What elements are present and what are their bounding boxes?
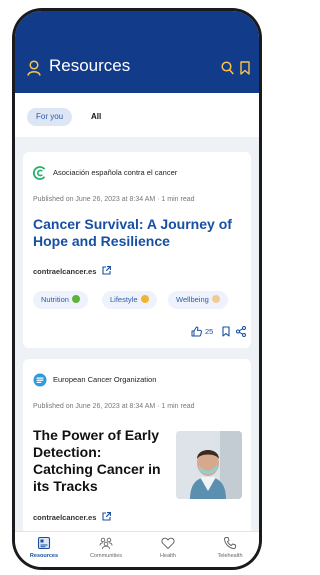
tag-chip[interactable]: Lifestyle (102, 291, 157, 309)
publish-meta: Published on June 26, 2023 at 8:34 AM · … (33, 403, 195, 410)
nav-communities[interactable]: Communities (79, 536, 133, 559)
external-link-icon[interactable] (102, 266, 112, 275)
phone-icon (223, 537, 236, 550)
apple-icon (71, 295, 80, 303)
bookmark-icon[interactable] (240, 61, 250, 75)
source-link[interactable]: contraelcancer.es (33, 512, 112, 522)
doctor-image (176, 431, 242, 499)
nav-telehealth[interactable]: Telehealth (203, 536, 257, 559)
app-header: Resources (15, 11, 259, 93)
nav-label: Health (160, 553, 176, 559)
publish-meta: Published on June 26, 2023 at 8:34 AM · … (33, 196, 195, 203)
nav-label: Resources (29, 553, 59, 559)
nav-label: Communities (89, 553, 123, 559)
eco-logo-icon (33, 373, 47, 387)
communities-icon (99, 537, 113, 550)
phone-frame: Resources For you All Asociación español… (12, 8, 262, 570)
tag-label: Nutrition (41, 295, 69, 304)
app-screen: Resources For you All Asociación español… (15, 11, 259, 567)
aecc-logo-icon (33, 166, 46, 180)
tab-for-you[interactable]: For you (27, 108, 73, 126)
article-thumbnail[interactable] (176, 431, 242, 499)
search-icon[interactable] (221, 61, 234, 75)
medal-icon (140, 295, 149, 303)
nav-health[interactable]: Health (141, 536, 195, 559)
article-title[interactable]: The Power of Early Detection: Catching C… (33, 427, 165, 495)
muscle-icon (211, 295, 220, 303)
nav-label: Telehealth (217, 553, 243, 559)
tag-chip[interactable]: Wellbeing (168, 291, 228, 309)
source-name: European Cancer Organization (53, 375, 157, 384)
heart-icon (161, 537, 175, 550)
tab-all[interactable]: All (91, 108, 101, 126)
tab-bar: For you All (15, 93, 259, 137)
source-link-text: contraelcancer.es (33, 267, 97, 276)
article-title[interactable]: Cancer Survival: A Journey of Hope and R… (33, 216, 243, 249)
resources-icon (37, 536, 51, 550)
share-icon[interactable] (236, 326, 246, 337)
external-link-icon[interactable] (102, 512, 112, 521)
article-card[interactable]: Asociación española contra el cancer Pub… (23, 152, 251, 348)
page-title: Resources (49, 56, 131, 75)
thumbs-up-icon[interactable] (191, 326, 202, 337)
like-count: 25 (205, 327, 214, 336)
article-card[interactable]: European Cancer Organization Published o… (23, 359, 251, 539)
user-icon[interactable] (27, 60, 41, 76)
nav-resources[interactable]: Resources (17, 536, 71, 559)
tag-chip[interactable]: Nutrition (33, 291, 88, 309)
source-link-text: contraelcancer.es (33, 513, 97, 522)
bookmark-icon[interactable] (222, 326, 230, 337)
source-name: Asociación española contra el cancer (53, 168, 178, 177)
tag-label: Lifestyle (110, 295, 138, 304)
tag-label: Wellbeing (176, 295, 209, 304)
bottom-navigation: Resources Communities Health Telehealth (15, 531, 259, 567)
source-link[interactable]: contraelcancer.es (33, 266, 112, 276)
